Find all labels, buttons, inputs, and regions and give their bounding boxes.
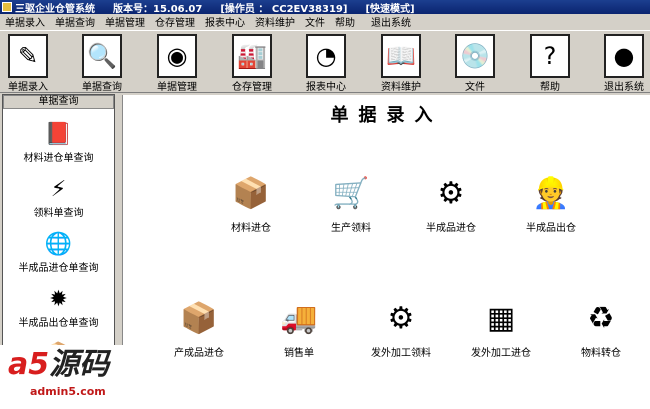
entry-label: 材料进仓: [231, 223, 271, 234]
nav-item-icon: 🌐: [44, 232, 73, 257]
entry-label: 半成品出仓: [526, 223, 576, 234]
mode: [快速模式]: [365, 3, 415, 15]
toolbar-icon: 🔍: [82, 34, 122, 78]
entry-label: 发外加工领料: [371, 348, 431, 359]
toolbar-button[interactable]: ? 帮助: [522, 34, 578, 93]
entry-item[interactable]: 🚚 销售单: [254, 300, 344, 359]
toolbar-icon: 🏭: [232, 34, 272, 78]
nav-item-label: 领料单查询: [33, 208, 84, 219]
toolbar-button[interactable]: ◉ 单据管理: [149, 34, 205, 93]
entry-icon: ▦: [486, 301, 516, 336]
version: 版本号：15.06.07: [113, 3, 203, 15]
menu-item[interactable]: 仓存管理: [150, 14, 200, 29]
entry-item[interactable]: 🛒 生产领料: [306, 175, 396, 234]
entry-icon: 🚚: [280, 301, 318, 336]
operator: [操作员 ： CC2EV38319]: [220, 3, 348, 15]
entry-label: 销售单: [284, 348, 314, 359]
nav-item-icon: ✹: [49, 287, 68, 312]
main-panel: 单据录入 📦 材料进仓 🛒 生产领料 ⚙ 半成品进仓 👷 半成品出仓 📦 产成品进仓 🚚 销售单 ⚙ 发外…: [122, 95, 650, 409]
page-title: 单据录入: [330, 105, 443, 126]
toolbar-icon: ●: [604, 34, 644, 78]
toolbar-button[interactable]: ✎ 单据录入: [0, 34, 56, 93]
entry-icon: 📦: [232, 176, 270, 211]
toolbar-icon: ?: [530, 34, 570, 78]
entry-item[interactable]: ▦ 发外加工进仓: [456, 300, 546, 359]
menu-item[interactable]: 单据管理: [100, 14, 150, 29]
entry-icon: ⚙: [437, 176, 465, 211]
menu-item[interactable]: 单据录入: [0, 14, 50, 29]
menu-item[interactable]: 帮助: [330, 14, 360, 29]
title-bar: 三驱企业仓管系统 版本号：15.06.07 [操作员 ： CC2EV38319]…: [0, 0, 650, 15]
left-nav-item[interactable]: 📕 材料进仓单查询: [3, 121, 114, 164]
left-panel-header: 单据查询: [3, 95, 114, 109]
watermark-logo: a5源码 admin5.com: [0, 345, 130, 409]
toolbar-label: 帮助: [540, 82, 560, 93]
menu-item[interactable]: 单据查询: [50, 14, 100, 29]
entry-icon: 🛒: [332, 176, 370, 211]
toolbar-label: 仓存管理: [232, 82, 272, 93]
toolbar-label: 资料维护: [381, 82, 421, 93]
menu-item[interactable]: 文件: [300, 14, 330, 29]
nav-item-label: 半成品进仓单查询: [18, 263, 99, 274]
entry-item[interactable]: ⚙ 半成品进仓: [406, 175, 496, 234]
toolbar-label: 文件: [465, 82, 485, 93]
entry-item[interactable]: ⚙ 发外加工领料: [356, 300, 446, 359]
menu-bar: 单据录入 单据查询 单据管理 仓存管理 报表中心 资料维护 文件 帮助 退出系统: [0, 14, 650, 29]
toolbar-label: 单据查询: [82, 82, 122, 93]
toolbar: ✎ 单据录入 🔍 单据查询 ◉ 单据管理 🏭 仓存管理 ◔ 报表中心 📖 资料维护 💿 文件? 帮助 ● 退出系…: [0, 30, 650, 93]
entry-icon: ⚙: [387, 301, 415, 336]
toolbar-button[interactable]: ◔ 报表中心: [298, 34, 354, 93]
toolbar-button[interactable]: 💿 文件: [447, 34, 503, 93]
nav-item-label: 半成品出仓单查询: [18, 318, 99, 329]
entry-label: 产成品进仓: [174, 348, 224, 359]
left-nav-item[interactable]: ✹ 半成品出仓单查询: [3, 286, 114, 329]
left-nav-item[interactable]: 🌐 半成品进仓单查询: [3, 231, 114, 274]
nav-item-icon: ⚡: [50, 177, 67, 202]
entry-icon: 👷: [532, 176, 570, 211]
app-title: 三驱企业仓管系统: [15, 3, 95, 15]
menu-item[interactable]: 资料维护: [250, 14, 300, 29]
toolbar-icon: ◔: [306, 34, 346, 78]
entry-label: 生产领料: [331, 223, 371, 234]
toolbar-button[interactable]: ● 退出系统: [596, 34, 650, 93]
app-icon: [2, 2, 12, 12]
toolbar-label: 单据管理: [157, 82, 197, 93]
entry-label: 发外加工进仓: [471, 348, 531, 359]
toolbar-button[interactable]: 📖 资料维护: [373, 34, 429, 93]
toolbar-label: 单据录入: [8, 82, 48, 93]
menu-item[interactable]: 退出系统: [366, 14, 416, 29]
entry-item[interactable]: 📦 产成品进仓: [154, 300, 244, 359]
toolbar-label: 退出系统: [604, 82, 644, 93]
toolbar-button[interactable]: 🔍 单据查询: [74, 34, 130, 93]
entry-item[interactable]: 📦 材料进仓: [206, 175, 296, 234]
toolbar-icon: 📖: [381, 34, 421, 78]
toolbar-icon: ✎: [8, 34, 48, 78]
nav-item-label: 材料进仓单查询: [23, 153, 94, 164]
entry-item[interactable]: 👷 半成品出仓: [506, 175, 596, 234]
entry-icon: 📦: [180, 301, 218, 336]
entry-label: 半成品进仓: [426, 223, 476, 234]
toolbar-label: 报表中心: [306, 82, 346, 93]
entry-item[interactable]: ♻ 物料转仓: [556, 300, 646, 359]
entry-label: 物料转仓: [581, 348, 621, 359]
left-nav-item[interactable]: ⚡ 领料单查询: [3, 176, 114, 219]
toolbar-icon: 💿: [455, 34, 495, 78]
entry-icon: ♻: [587, 301, 615, 336]
toolbar-icon: ◉: [157, 34, 197, 78]
menu-item[interactable]: 报表中心: [200, 14, 250, 29]
toolbar-button[interactable]: 🏭 仓存管理: [224, 34, 280, 93]
nav-item-icon: 📕: [44, 122, 73, 147]
